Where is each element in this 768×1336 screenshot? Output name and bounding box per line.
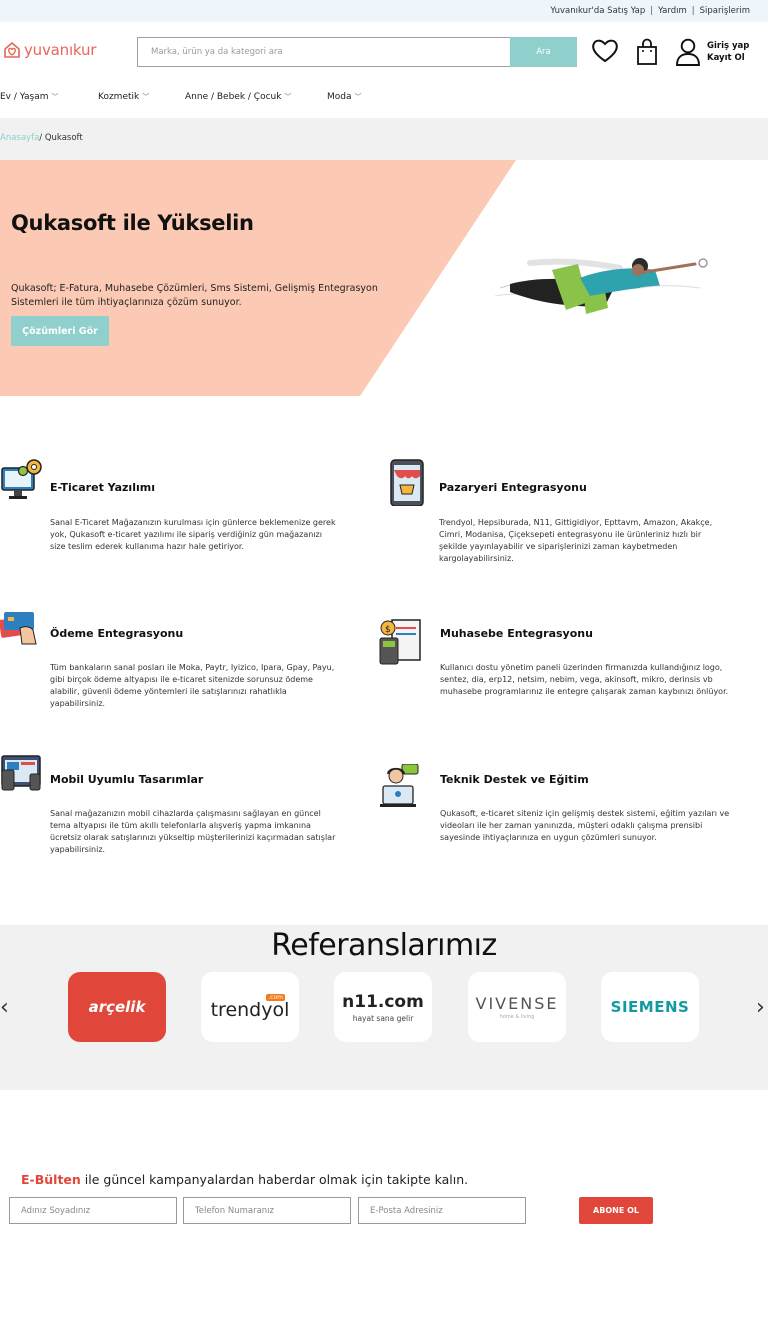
newsletter-title: E-Bülten ile güncel kampanyalardan haber… [21,1172,468,1187]
accounting-icon: $ [379,619,421,665]
solutions-button[interactable]: Çözümleri Gör [11,316,109,346]
hero-description: Qukasoft; E-Fatura, Muhasebe Çözümleri, … [11,283,378,308]
feature-title: Pazaryeri Entegrasyonu [439,481,587,494]
breadcrumb-home[interactable]: Anasayfa [0,133,39,143]
chevron-down-icon: ﹀ [284,93,292,101]
brand-tagline: home & living [499,1014,535,1020]
breadcrumb: Anasayfa/ Qukasoft [0,118,768,160]
search-button[interactable]: Ara [510,37,577,67]
brand-card-siemens[interactable]: SIEMENS [601,972,699,1042]
flying-hero-illustration [494,258,708,314]
newsletter-text: ile güncel kampanyalardan haberdar olmak… [80,1172,469,1187]
logo-text: yuvanıkur [24,41,97,59]
search-bar: Ara [137,37,577,67]
newsletter-accent: E-Bülten [21,1172,81,1187]
chevron-left-icon[interactable]: ‹ [0,995,9,1020]
brand-card-vivense[interactable]: VIVENSE home & living [468,972,566,1042]
nav-item-ev-yasam[interactable]: Ev / Yaşam ﹀ [0,92,59,102]
chevron-down-icon: ﹀ [142,93,150,101]
hero-banner: Qukasoft ile Yükselin Qukasoft; E-Fatura… [0,160,768,396]
nav-item-label: Moda [327,92,352,102]
nav-item-anne-bebek-cocuk[interactable]: Anne / Bebek / Çocuk ﹀ [185,92,291,102]
feature-title: Muhasebe Entegrasyonu [440,627,593,640]
logo[interactable]: yuvanıkur [2,40,96,60]
separator: | [650,6,654,16]
register-link[interactable]: Kayıt Ol [707,52,749,64]
feature-title: Mobil Uyumlu Tasarımlar [50,773,204,786]
brand-card-n11[interactable]: n11.com hayat sana gelir [334,972,432,1042]
feature-text: Kullanıcı dostu yönetim paneli üzerinden… [440,663,729,696]
credit-card-icon [0,612,37,645]
cart-bag-icon[interactable] [636,38,658,66]
brand-card-trendyol[interactable]: .com trendyol [201,972,299,1042]
brand-tagline: hayat sana gelir [352,1013,414,1023]
search-input[interactable] [137,37,511,67]
phone-field[interactable] [183,1197,351,1224]
email-field[interactable] [358,1197,526,1224]
brand-card-arcelik[interactable]: arçelik [68,972,166,1042]
favorites-heart-icon[interactable] [591,38,619,64]
hero-title: Qukasoft ile Yükselin [11,211,254,235]
support-agent-icon [380,764,419,807]
feature-text: Qukasoft, e-ticaret siteniz için gelişmi… [440,809,730,842]
feature-text: Sanal mağazanızın mobil cihazlarda çalış… [50,809,336,854]
user-icon [676,38,700,66]
brand-name: SIEMENS [610,998,690,1016]
feature-text: Tüm bankaların sanal posları ile Moka, P… [50,663,335,708]
feature-title: Ödeme Entegrasyonu [50,627,184,640]
category-nav: Ev / Yaşam ﹀ Kozmetik ﹀ Anne / Bebek / Çoc… [0,88,768,108]
subscribe-button[interactable]: ABONE OL [579,1197,653,1224]
svg-text:$: $ [385,625,391,635]
feature-text: Sanal E-Ticaret Mağazanızın kurulması iç… [50,518,336,551]
brand-name: arçelik [88,998,146,1016]
top-bar: Yuvanıkur'da Satış Yap | Yardım | Sipari… [0,0,768,22]
help-link[interactable]: Yardım [658,6,687,16]
feature-text: Trendyol, Hepsiburada, N11, Gittigidiyor… [439,518,713,563]
brand-name: n11.com [342,991,424,1012]
account-menu[interactable]: Giriş yap Kayıt Ol [675,38,749,66]
breadcrumb-current: Qukasoft [44,133,83,143]
login-link[interactable]: Giriş yap [707,40,749,52]
chevron-down-icon: ﹀ [51,93,59,101]
feature-title: Teknik Destek ve Eğitim [440,773,589,786]
nav-item-kozmetik[interactable]: Kozmetik ﹀ [98,92,149,102]
sell-link[interactable]: Yuvanıkur'da Satış Yap [550,6,645,16]
mobile-shop-icon [390,459,424,506]
separator: | [691,6,695,16]
name-field[interactable] [9,1197,177,1224]
nav-item-label: Ev / Yaşam [0,92,49,102]
references-title: Referanslarımız [271,928,497,963]
brand-name: trendyol [210,998,290,1021]
nav-item-label: Anne / Bebek / Çocuk [185,92,282,102]
top-links: Yuvanıkur'da Satış Yap | Yardım | Sipari… [550,6,750,16]
nav-item-label: Kozmetik [98,92,140,102]
brand-name: VIVENSE [475,994,559,1013]
chevron-right-icon[interactable]: › [756,995,765,1020]
site-header: yuvanıkur Ara Giriş yap Kayıt Ol [0,22,768,78]
logo-icon [4,42,20,58]
chevron-down-icon: ﹀ [354,93,362,101]
references-section: Referanslarımız ‹ › arçelik .com trendyo… [0,925,768,1090]
computer-gear-icon [1,459,42,499]
orders-link[interactable]: Siparişlerim [700,6,750,16]
responsive-devices-icon [1,755,41,791]
nav-item-moda[interactable]: Moda ﹀ [327,92,362,102]
feature-title: E-Ticaret Yazılımı [50,481,155,494]
